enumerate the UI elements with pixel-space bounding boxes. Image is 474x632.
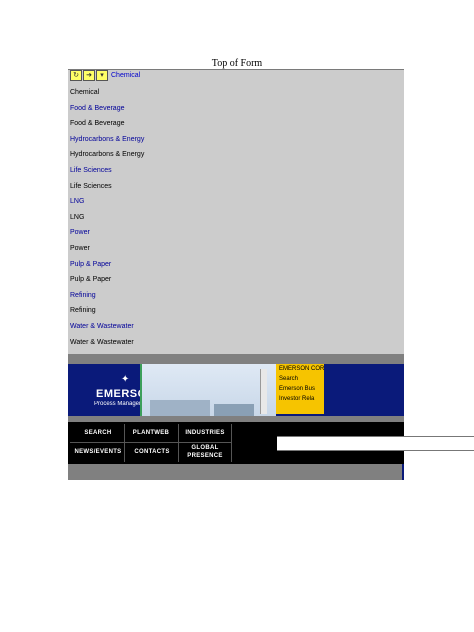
nav-divider: [70, 442, 232, 443]
footer-edge: [402, 464, 404, 480]
nav-industries[interactable]: Industries: [180, 430, 230, 436]
emerson-logo-icon: ✦: [121, 374, 130, 385]
brand-name: EMERSON: [96, 388, 140, 400]
nav-global-presence-line2[interactable]: Presence: [180, 453, 230, 459]
list-item: Chemical: [70, 89, 100, 96]
selected-industry[interactable]: Chemical: [111, 72, 140, 79]
list-item: Hydrocarbons & Energy: [70, 151, 145, 159]
corporate-menu-title: EMERSON COR: [279, 366, 324, 372]
list-item: Power: [70, 244, 90, 252]
list-item[interactable]: Power: [70, 225, 400, 241]
dropdown-icon[interactable]: ▾: [96, 69, 108, 81]
list-item[interactable]: Refining: [70, 288, 400, 304]
plant-building: [150, 400, 210, 416]
list-item[interactable]: Water & Wastewater: [70, 319, 400, 335]
list-item[interactable]: Pulp & Paper: [70, 257, 400, 273]
list-item: Pulp & Paper: [70, 276, 112, 284]
industry-list: Chemical Food & Beverage Food & Beverage…: [70, 85, 400, 350]
top-of-form-label: Top of Form: [211, 58, 263, 69]
nav-contacts[interactable]: Contacts: [128, 449, 176, 455]
corporate-menu-item[interactable]: Investor Rela: [276, 394, 324, 404]
list-item: Food & Beverage: [70, 120, 125, 128]
list-item[interactable]: LNG: [70, 194, 400, 210]
nav-divider: [124, 424, 125, 462]
plant-building: [214, 404, 254, 416]
list-item[interactable]: Food & Beverage: [70, 101, 400, 117]
smokestack: [260, 369, 267, 414]
list-item: Life Sciences: [70, 182, 112, 190]
nav-news-events[interactable]: News/Events: [72, 449, 124, 455]
footer-bar: [68, 464, 404, 480]
nav-divider: [231, 424, 232, 462]
corporate-menu-item[interactable]: Emerson Bus: [276, 384, 324, 394]
list-item: LNG: [70, 213, 85, 221]
nav-plantweb[interactable]: PlantWeb: [124, 430, 178, 436]
search-field[interactable]: [277, 436, 474, 451]
nav-search[interactable]: Search: [76, 430, 120, 436]
refresh-icon[interactable]: ↻: [70, 69, 82, 81]
industry-selector[interactable]: ↻ ➜ ▾ Chemical: [70, 69, 140, 81]
corporate-menu-item[interactable]: Search: [276, 374, 324, 384]
list-item: Refining: [70, 307, 96, 315]
list-item[interactable]: Life Sciences: [70, 163, 400, 179]
go-icon[interactable]: ➜: [83, 69, 95, 81]
list-item[interactable]: Hydrocarbons & Energy: [70, 132, 400, 148]
nav-global-presence-line1[interactable]: Global: [180, 445, 230, 451]
separator-bar: [68, 354, 404, 364]
nav-divider: [178, 424, 179, 462]
brand-subtitle: Process Management: [94, 401, 140, 407]
list-item: Water & Wastewater: [70, 338, 134, 346]
corporate-menu: EMERSON COR Search Emerson Bus Investor …: [276, 364, 324, 414]
